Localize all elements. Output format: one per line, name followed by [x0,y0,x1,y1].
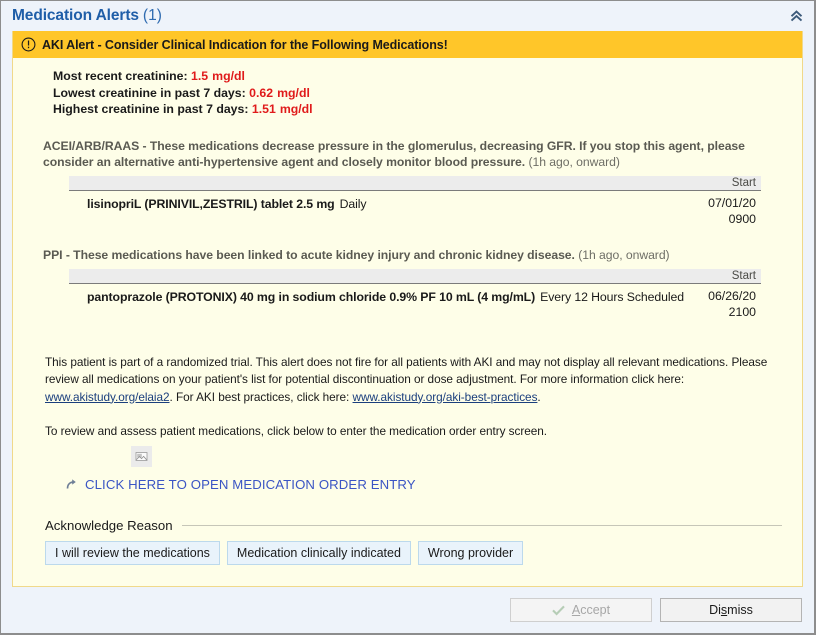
alert-card: AKI Alert - Consider Clinical Indication… [12,31,803,587]
acknowledge-reason-label: Acknowledge Reason [45,518,173,533]
lab-value: 1.5 [191,69,209,83]
class-description-text: ACEI/ARB/RAAS - These medications decrea… [43,138,745,169]
ack-option-wrong-provider[interactable]: Wrong provider [417,541,524,565]
start-time: 0900 [728,211,756,226]
medication-start: 07/01/20 0900 [698,195,756,227]
dismiss-label-rest: miss [727,603,753,617]
medication-table: Start pantoprazole (PROTONIX) 40 mg in s… [69,268,761,320]
start-date: 07/01/20 [708,195,756,210]
lab-row: Most recent creatinine: 1.5 mg/dl [53,68,790,85]
accept-button-label: Accept [572,603,610,617]
info-text-part3: . [537,389,541,404]
info-text-part2: . For AKI best practices, click here: [169,389,353,404]
table-header-row: Start [69,175,761,191]
medication-name: pantoprazole (PROTONIX) 40 mg in sodium … [87,289,536,304]
accept-label-rest: ccept [580,603,611,617]
creatinine-lab-list: Most recent creatinine: 1.5 mg/dl Lowest … [53,68,790,118]
medication-sig: Every 12 Hours Scheduled [540,289,684,304]
medication-sig: Daily [339,196,367,211]
column-header-start: Start [731,269,756,282]
lab-label: Highest creatinine in past 7 days: [53,102,249,116]
ack-option-clinically-indicated[interactable]: Medication clinically indicated [226,541,411,565]
alert-banner: AKI Alert - Consider Clinical Indication… [13,31,802,58]
column-header-start: Start [731,176,756,189]
medication-start: 06/26/20 2100 [698,288,756,320]
acknowledge-reason-legend-row: Acknowledge Reason [45,518,782,533]
dismiss-button[interactable]: Dismiss [660,598,802,622]
lab-label: Most recent creatinine: [53,69,188,83]
shortcut-arrow-icon [65,478,78,491]
medication-table: Start lisinopriL (PRINIVIL,ZESTRIL) tabl… [69,175,761,227]
table-row[interactable]: lisinopriL (PRINIVIL,ZESTRIL) tablet 2.5… [69,191,761,227]
double-chevron-up-icon[interactable] [786,6,806,26]
warning-exclamation-circle-icon [21,37,36,52]
trial-information-paragraph: This patient is part of a randomized tri… [45,354,780,407]
info-text-part1: This patient is part of a randomized tri… [45,354,768,387]
accept-button[interactable]: Accept [510,598,652,622]
alert-count: (1) [142,7,162,24]
start-date: 06/26/20 [708,288,756,303]
lab-unit: mg/dl [277,85,310,100]
class-description-text: PPI - These medications have been linked… [43,247,575,262]
aki-best-practices-link[interactable]: www.akistudy.org/aki-best-practices [353,390,538,404]
elaia2-study-link[interactable]: www.akistudy.org/elaia2 [45,390,170,404]
order-entry-instruction: To review and assess patient medications… [45,424,548,438]
medication-class-block: ACEI/ARB/RAAS - These medications decrea… [43,138,790,227]
table-row[interactable]: pantoprazole (PROTONIX) 40 mg in sodium … [69,284,761,320]
dismiss-label-pre: Di [709,603,721,617]
lab-row: Highest creatinine in past 7 days: 1.51 m… [53,101,790,118]
lab-unit: mg/dl [212,69,245,83]
lab-label: Lowest creatinine in past 7 days: [53,85,246,100]
accept-accelerator: A [571,603,581,617]
lab-value: 0.62 [249,85,274,100]
alert-body: Most recent creatinine: 1.5 mg/dl Lowest … [13,58,802,586]
table-header-row: Start [69,268,761,284]
order-entry-link-row[interactable]: CLICK HERE TO OPEN MEDICATION ORDER ENTR… [65,477,790,492]
broken-image-icon [131,446,152,467]
class-timeframe: (1h ago, onward) [528,154,620,169]
medication-description: pantoprazole (PROTONIX) 40 mg in sodium … [87,288,684,306]
dialog-footer: Accept Dismiss [1,587,814,633]
open-medication-order-entry-link[interactable]: CLICK HERE TO OPEN MEDICATION ORDER ENTR… [85,477,416,492]
window-titlebar: Medication Alerts (1) [1,1,814,31]
start-time: 2100 [728,304,756,319]
class-description: PPI - These medications have been linked… [43,247,766,263]
section-divider [181,525,782,526]
lab-value: 1.51 [251,102,276,116]
medication-description: lisinopriL (PRINIVIL,ZESTRIL) tablet 2.5… [87,195,367,213]
acknowledge-reason-options: I will review the medications Medication… [45,541,782,565]
lab-unit: mg/dl [279,102,313,116]
dismiss-button-label: Dismiss [709,603,753,617]
ack-option-review-medications[interactable]: I will review the medications [45,541,220,565]
class-timeframe: (1h ago, onward) [578,247,670,262]
checkmark-icon [552,605,565,616]
medication-class-block: PPI - These medications have been linked… [43,247,790,320]
alert-banner-text: AKI Alert - Consider Clinical Indication… [42,37,448,52]
medication-alerts-window: Medication Alerts (1) AKI Alert - Consid… [0,0,816,635]
class-description: ACEI/ARB/RAAS - These medications decrea… [43,138,766,170]
lab-row: Lowest creatinine in past 7 days: 0.62 mg… [53,85,790,102]
medication-name: lisinopriL (PRINIVIL,ZESTRIL) tablet 2.5… [87,196,335,211]
acknowledge-reason-section: Acknowledge Reason I will review the med… [45,518,782,565]
page-title: Medication Alerts [12,7,139,24]
